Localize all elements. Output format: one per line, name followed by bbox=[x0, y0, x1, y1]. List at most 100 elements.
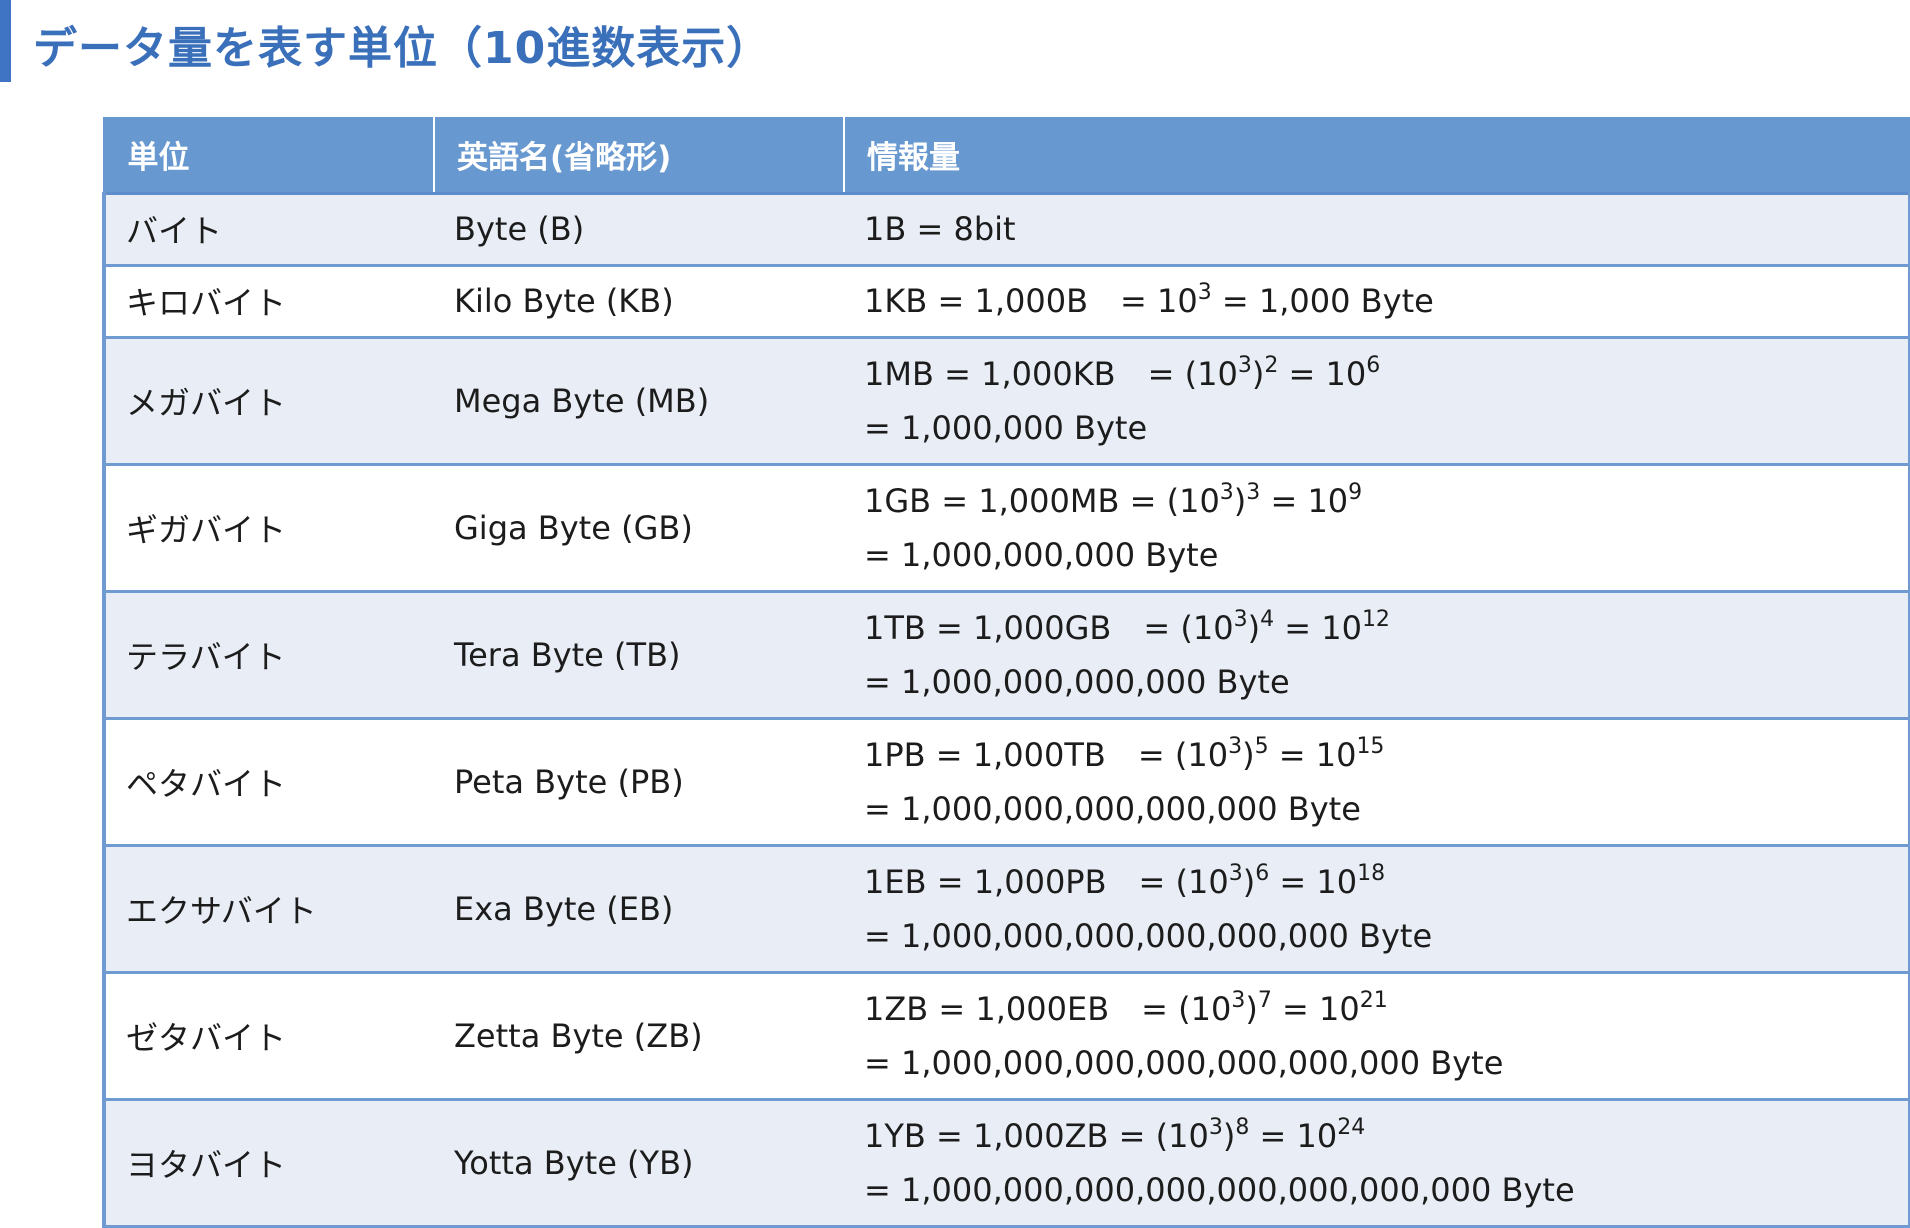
formula-text: ) bbox=[1242, 735, 1255, 774]
english-name-cell: Exa Byte (EB) bbox=[434, 845, 844, 974]
exponent: 9 bbox=[1348, 479, 1363, 505]
unit-cell: テラバイト bbox=[102, 591, 434, 720]
unit-cell: ゼタバイト bbox=[102, 972, 434, 1101]
formula-text: = 1,000 Byte bbox=[1211, 282, 1434, 320]
exponent: 12 bbox=[1361, 606, 1390, 632]
information-line-bytes: = 1,000,000,000,000,000,000 Byte bbox=[864, 916, 1433, 955]
information-line-bytes: = 1,000,000,000,000,000,000,000 Byte bbox=[864, 1043, 1504, 1082]
unit-cell: ペタバイト bbox=[102, 718, 434, 847]
exponent: 6 bbox=[1255, 860, 1270, 886]
information-cell: 1MB = 1,000KB = (103)2 = 106 = 1,000,000 … bbox=[844, 337, 1910, 466]
table-row: テラバイト Tera Byte (TB) 1TB = 1,000GB = (103)… bbox=[102, 591, 1910, 720]
english-name-cell: Yotta Byte (YB) bbox=[434, 1099, 844, 1228]
section-heading: データ量を表す単位（10進数表示） bbox=[0, 0, 1200, 82]
english-name-cell: Kilo Byte (KB) bbox=[434, 265, 844, 339]
english-name-cell: Giga Byte (GB) bbox=[434, 464, 844, 593]
exponent: 21 bbox=[1359, 987, 1388, 1013]
english-name-cell: Byte (B) bbox=[434, 193, 844, 267]
information-line-bytes: = 1,000,000 Byte bbox=[864, 408, 1148, 447]
table-row: バイト Byte (B) 1B = 8bit bbox=[102, 193, 1910, 267]
exponent: 3 bbox=[1228, 860, 1243, 886]
table-row: ヨタバイト Yotta Byte (YB) 1YB = 1,000ZB = (103… bbox=[102, 1099, 1910, 1228]
information-line-bytes: = 1,000,000,000,000,000 Byte bbox=[864, 789, 1361, 828]
exponent: 3 bbox=[1246, 479, 1261, 505]
exponent: 3 bbox=[1233, 606, 1248, 632]
information-line-formula: 1B = 8bit bbox=[864, 202, 1908, 256]
table-row: メガバイト Mega Byte (MB) 1MB = 1,000KB = (103)… bbox=[102, 337, 1910, 466]
table-row: キロバイト Kilo Byte (KB) 1KB = 1,000B = 103 = … bbox=[102, 265, 1910, 339]
data-unit-table-container: 単位 英語名(省略形) 情報量 バイト Byte (B) 1B = 8bit キロバイ… bbox=[102, 117, 1910, 1228]
exponent: 3 bbox=[1197, 280, 1212, 305]
exponent: 2 bbox=[1264, 352, 1279, 378]
information-line-formula: 1ZB = 1,000EB = (103)7 = 1021 bbox=[864, 982, 1908, 1036]
unit-cell: メガバイト bbox=[102, 337, 434, 466]
formula-text: ) bbox=[1251, 354, 1265, 393]
english-name-cell: Mega Byte (MB) bbox=[434, 337, 844, 466]
english-name-cell: Zetta Byte (ZB) bbox=[434, 972, 844, 1101]
table-body: バイト Byte (B) 1B = 8bit キロバイト Kilo Byte (KB) 1… bbox=[102, 193, 1910, 1228]
information-line-formula: 1GB = 1,000MB = (103)3 = 109 bbox=[864, 474, 1908, 528]
column-header-english-name: 英語名(省略形) bbox=[433, 117, 844, 195]
exponent: 3 bbox=[1231, 987, 1246, 1013]
formula-text: = 10 bbox=[1274, 608, 1362, 647]
information-cell: 1B = 8bit bbox=[844, 193, 1910, 267]
exponent: 15 bbox=[1356, 733, 1385, 759]
unit-cell: エクサバイト bbox=[102, 845, 434, 974]
formula-text: 1EB = 1,000PB = (10 bbox=[864, 862, 1229, 901]
information-cell: 1EB = 1,000PB = (103)6 = 1018 = 1,000,000… bbox=[844, 845, 1910, 974]
formula-text: 1B = 8bit bbox=[864, 210, 1016, 248]
table-row: ギガバイト Giga Byte (GB) 1GB = 1,000MB = (103)… bbox=[102, 464, 1910, 593]
formula-text: = 10 bbox=[1260, 481, 1349, 520]
formula-text: 1KB = 1,000B = 10 bbox=[864, 282, 1198, 320]
information-cell: 1KB = 1,000B = 103 = 1,000 Byte bbox=[844, 265, 1910, 339]
column-header-information: 情報量 bbox=[843, 117, 1910, 195]
formula-text: = 10 bbox=[1269, 862, 1358, 901]
exponent: 3 bbox=[1228, 733, 1243, 759]
exponent: 3 bbox=[1237, 352, 1252, 378]
column-header-unit: 単位 bbox=[102, 117, 434, 195]
exponent: 18 bbox=[1357, 860, 1386, 886]
formula-text: 1ZB = 1,000EB = (10 bbox=[864, 989, 1232, 1028]
formula-text: = 10 bbox=[1278, 354, 1367, 393]
exponent: 7 bbox=[1257, 987, 1272, 1013]
information-line-formula: 1EB = 1,000PB = (103)6 = 1018 bbox=[864, 855, 1908, 909]
information-line-formula: 1PB = 1,000TB = (103)5 = 1015 bbox=[864, 728, 1908, 782]
data-unit-table: 単位 英語名(省略形) 情報量 バイト Byte (B) 1B = 8bit キロバイ… bbox=[102, 117, 1910, 1228]
table-row: ゼタバイト Zetta Byte (ZB) 1ZB = 1,000EB = (103… bbox=[102, 972, 1910, 1101]
information-line-formula: 1MB = 1,000KB = (103)2 = 106 bbox=[864, 347, 1908, 401]
english-name-cell: Tera Byte (TB) bbox=[434, 591, 844, 720]
exponent: 5 bbox=[1254, 733, 1269, 759]
formula-text: ) bbox=[1245, 989, 1258, 1028]
information-cell: 1ZB = 1,000EB = (103)7 = 1021 = 1,000,000… bbox=[844, 972, 1910, 1101]
formula-text: = 10 bbox=[1268, 735, 1357, 774]
unit-cell: バイト bbox=[102, 193, 434, 267]
information-cell: 1GB = 1,000MB = (103)3 = 109 = 1,000,000,… bbox=[844, 464, 1910, 593]
table-header-row: 単位 英語名(省略形) 情報量 bbox=[102, 117, 1910, 195]
exponent: 24 bbox=[1337, 1114, 1366, 1140]
information-line-bytes: = 1,000,000,000,000,000,000,000,000 Byte bbox=[864, 1170, 1575, 1209]
exponent: 8 bbox=[1235, 1114, 1250, 1140]
information-line-bytes: = 1,000,000,000,000 Byte bbox=[864, 662, 1290, 701]
formula-text: = 10 bbox=[1249, 1116, 1338, 1155]
page-title: データ量を表す単位（10進数表示） bbox=[33, 23, 772, 74]
formula-text: ) bbox=[1242, 862, 1256, 901]
information-line-bytes: = 1,000,000,000 Byte bbox=[864, 535, 1219, 574]
information-cell: 1YB = 1,000ZB = (103)8 = 1024 = 1,000,000… bbox=[844, 1099, 1910, 1228]
formula-text: ) bbox=[1247, 608, 1261, 647]
english-name-cell: Peta Byte (PB) bbox=[434, 718, 844, 847]
exponent: 3 bbox=[1208, 1114, 1223, 1140]
formula-text: 1GB = 1,000MB = (10 bbox=[864, 481, 1220, 520]
heading-accent-bar bbox=[0, 0, 11, 82]
exponent: 6 bbox=[1366, 352, 1381, 378]
information-line-formula: 1TB = 1,000GB = (103)4 = 1012 bbox=[864, 601, 1908, 655]
exponent: 3 bbox=[1219, 479, 1234, 505]
unit-cell: キロバイト bbox=[102, 265, 434, 339]
information-cell: 1PB = 1,000TB = (103)5 = 1015 = 1,000,000… bbox=[844, 718, 1910, 847]
formula-text: ) bbox=[1233, 481, 1247, 520]
exponent: 4 bbox=[1260, 606, 1275, 632]
formula-text: 1PB = 1,000TB = (10 bbox=[864, 735, 1229, 774]
unit-cell: ヨタバイト bbox=[102, 1099, 434, 1228]
formula-text: 1TB = 1,000GB = (10 bbox=[864, 608, 1234, 647]
table-row: エクサバイト Exa Byte (EB) 1EB = 1,000PB = (103)… bbox=[102, 845, 1910, 974]
information-line-formula: 1KB = 1,000B = 103 = 1,000 Byte bbox=[864, 274, 1908, 328]
